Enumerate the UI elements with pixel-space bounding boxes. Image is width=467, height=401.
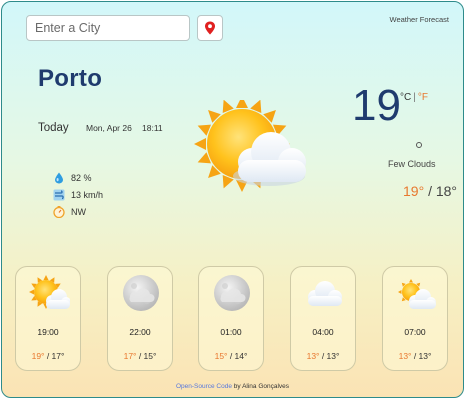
location-button[interactable] (197, 15, 223, 41)
moon-cloud-icon (123, 275, 159, 311)
weather-app: Weather Forecast Porto Today Mon, Apr 26… (1, 1, 464, 398)
forecast-card[interactable]: 19:00 19° / 17° (15, 266, 81, 371)
forecast-card[interactable]: 01:00 15° / 14° (198, 266, 264, 371)
footer: Open-Source Code by Alina Gonçalves (2, 383, 463, 390)
weather-status-dot (416, 142, 422, 148)
wind-speed-value: 13 km/h (71, 190, 104, 200)
unit-toggle[interactable]: °C | °F (400, 92, 428, 103)
forecast-time: 04:00 (312, 327, 334, 337)
compass-icon (53, 206, 65, 218)
sun-behind-cloud-icon (398, 279, 436, 309)
app-brand: Weather Forecast (389, 15, 449, 24)
forecast-temperature: 13° / 13° (291, 351, 355, 361)
forecast-temperature: 13° / 13° (383, 351, 447, 361)
current-date: Mon, Apr 26 (86, 123, 132, 133)
forecast-time: 07:00 (404, 327, 426, 337)
forecast-time: 22:00 (129, 327, 151, 337)
forecast-high: 17° (123, 351, 137, 361)
forecast-separator: / (319, 351, 327, 361)
wind-direction-detail: NW (53, 206, 86, 218)
weather-description: Few Clouds (388, 159, 436, 169)
source-code-link[interactable]: Open-Source Code (176, 383, 232, 390)
forecast-low: 13° (326, 351, 340, 361)
forecast-high: 15° (214, 351, 228, 361)
forecast-low: 13° (418, 351, 432, 361)
moon-cloud-icon (214, 275, 250, 311)
forecast-separator: / (227, 351, 235, 361)
cloud-icon (308, 281, 342, 306)
forecast-temperature: 19° / 17° (16, 351, 80, 361)
forecast-low: 17° (51, 351, 65, 361)
unit-separator: | (413, 92, 416, 103)
forecast-high: 13° (306, 351, 320, 361)
current-time: 18:11 (142, 123, 163, 133)
current-temperature: 19 (352, 81, 401, 130)
forecast-low: 15° (143, 351, 157, 361)
footer-credit: by Alina Gonçalves (231, 383, 290, 390)
forecast-separator: / (411, 351, 419, 361)
humidity-value: 82 % (71, 173, 92, 183)
forecast-card[interactable]: 04:00 13° / 13° (290, 266, 356, 371)
forecast-time: 19:00 (37, 327, 59, 337)
forecast-high: 13° (398, 351, 412, 361)
location-pin-icon (205, 21, 215, 35)
city-search-input[interactable] (26, 15, 190, 41)
forecast-separator: / (44, 351, 52, 361)
forecast-time: 01:00 (220, 327, 242, 337)
wind-icon (53, 189, 65, 201)
forecast-low: 14° (234, 351, 248, 361)
wind-speed-detail: 13 km/h (53, 189, 103, 201)
forecast-separator: / (136, 351, 144, 361)
unit-celsius[interactable]: °C (400, 92, 411, 103)
water-drop-icon (53, 172, 65, 184)
sun-behind-cloud-icon (194, 100, 306, 192)
forecast-card[interactable]: 22:00 17° / 15° (107, 266, 173, 371)
hilo-separator: / (428, 183, 432, 199)
forecast-temperature: 15° / 14° (199, 351, 263, 361)
current-low: 18° (435, 183, 458, 199)
unit-fahrenheit[interactable]: °F (418, 92, 428, 103)
humidity-detail: 82 % (53, 172, 92, 184)
forecast-card[interactable]: 07:00 13° / 13° (382, 266, 448, 371)
current-high: 19° (403, 183, 425, 199)
sun-behind-cloud-icon (29, 275, 70, 309)
forecast-temperature: 17° / 15° (108, 351, 172, 361)
city-name: Porto (38, 65, 103, 92)
today-label: Today (38, 122, 69, 134)
wind-direction-value: NW (71, 207, 86, 217)
current-high-low: 19° / 18° (403, 183, 457, 199)
forecast-high: 19° (31, 351, 45, 361)
